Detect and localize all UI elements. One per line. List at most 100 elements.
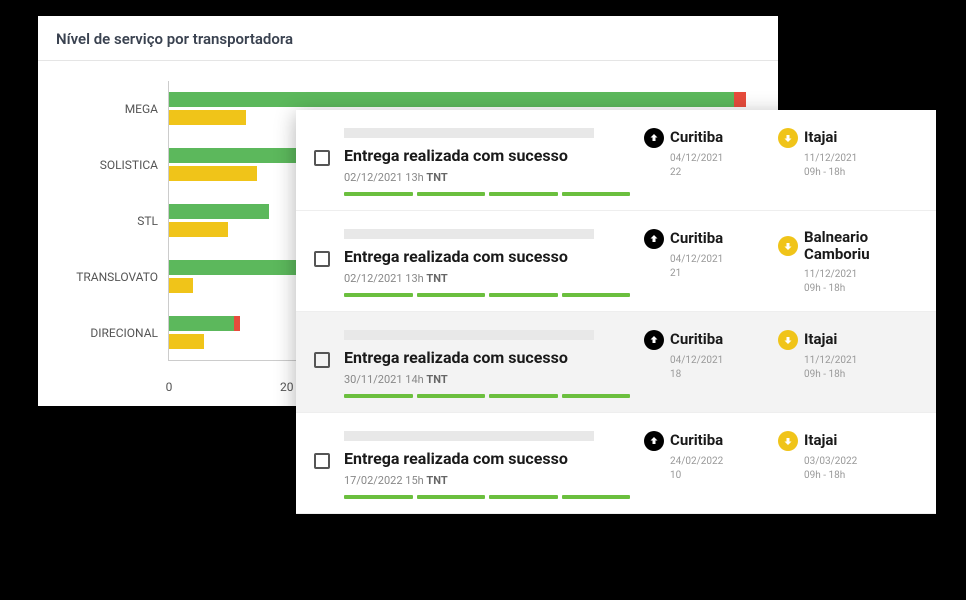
progress-segment [489,495,558,499]
progress-segment [489,192,558,196]
origin-column: Curitiba 04/12/2021 18 [644,330,764,382]
origin-column: Curitiba 24/02/2022 10 [644,431,764,483]
origin-extra: 21 [644,267,764,281]
origin-extra: 22 [644,166,764,180]
arrow-up-icon [644,229,664,249]
x-tick-label: 20 [280,380,294,394]
delivery-status: Entrega realizada com sucesso [344,247,630,266]
bar-red [734,92,746,107]
origin-column: Curitiba 04/12/2021 22 [644,128,764,180]
origin-extra: 18 [644,368,764,382]
origin-date: 04/12/2021 [644,253,764,267]
delivery-row[interactable]: Entrega realizada com sucesso 02/12/2021… [296,110,936,211]
row-checkbox[interactable] [314,251,330,267]
destination-hours: 09h - 18h [778,282,918,296]
progress-bar [344,293,630,297]
row-checkbox[interactable] [314,352,330,368]
destination-column: Itajai 03/03/2022 09h - 18h [778,431,918,483]
progress-segment [344,394,413,398]
bar-green [169,204,269,219]
delivery-status: Entrega realizada com sucesso [344,146,630,165]
origin-city: Curitiba [670,230,723,247]
progress-segment [417,192,486,196]
bar-yellow [169,278,193,293]
destination-date: 11/12/2021 [778,354,918,368]
arrow-up-icon [644,330,664,350]
progress-segment [344,495,413,499]
bar-green [169,92,734,107]
y-tick-label: STL [38,214,158,228]
placeholder-bar [344,431,594,441]
chart-title: Nível de serviço por transportadora [38,16,778,61]
delivery-meta: 02/12/2021 13h TNT [344,272,630,285]
arrow-up-icon [644,128,664,148]
destination-city: Itajai [804,331,837,348]
origin-date: 04/12/2021 [644,354,764,368]
destination-date: 03/03/2022 [778,455,918,469]
destination-hours: 09h - 18h [778,368,918,382]
delivery-status: Entrega realizada com sucesso [344,348,630,367]
row-checkbox[interactable] [314,453,330,469]
progress-segment [417,293,486,297]
placeholder-bar [344,229,594,239]
delivery-row[interactable]: Entrega realizada com sucesso 17/02/2022… [296,413,936,514]
arrow-down-icon [778,128,798,148]
arrow-down-icon [778,236,798,256]
progress-bar [344,192,630,196]
destination-city: Balneario Camboriu [804,229,918,264]
row-checkbox[interactable] [314,150,330,166]
delivery-info: Entrega realizada com sucesso 02/12/2021… [344,128,630,196]
arrow-up-icon [644,431,664,451]
delivery-row[interactable]: Entrega realizada com sucesso 30/11/2021… [296,312,936,413]
progress-segment [562,394,631,398]
progress-segment [344,192,413,196]
delivery-meta: 30/11/2021 14h TNT [344,373,630,386]
x-tick-label: 0 [166,380,173,394]
progress-segment [344,293,413,297]
progress-segment [562,495,631,499]
destination-hours: 09h - 18h [778,469,918,483]
origin-city: Curitiba [670,432,723,449]
delivery-status: Entrega realizada com sucesso [344,449,630,468]
delivery-info: Entrega realizada com sucesso 30/11/2021… [344,330,630,398]
y-axis-labels: MEGASOLISTICASTLTRANSLOVATODIRECIONAL [38,81,168,361]
bar-yellow [169,222,228,237]
y-tick-label: MEGA [38,102,158,116]
placeholder-bar [344,330,594,340]
delivery-info: Entrega realizada com sucesso 17/02/2022… [344,431,630,499]
placeholder-bar [344,128,594,138]
bar-yellow [169,334,204,349]
delivery-row[interactable]: Entrega realizada com sucesso 02/12/2021… [296,211,936,312]
progress-segment [489,394,558,398]
bar-red [234,316,240,331]
destination-column: Itajai 11/12/2021 09h - 18h [778,330,918,382]
bar-green [169,316,234,331]
progress-segment [417,495,486,499]
progress-segment [489,293,558,297]
progress-bar [344,394,630,398]
destination-hours: 09h - 18h [778,166,918,180]
progress-segment [562,192,631,196]
origin-extra: 10 [644,469,764,483]
y-tick-label: SOLISTICA [38,158,158,172]
origin-date: 24/02/2022 [644,455,764,469]
bar-yellow [169,110,246,125]
destination-column: Itajai 11/12/2021 09h - 18h [778,128,918,180]
destination-date: 11/12/2021 [778,152,918,166]
progress-bar [344,495,630,499]
origin-column: Curitiba 04/12/2021 21 [644,229,764,281]
origin-city: Curitiba [670,331,723,348]
delivery-list-card: Entrega realizada com sucesso 02/12/2021… [296,110,936,514]
progress-segment [562,293,631,297]
destination-column: Balneario Camboriu 11/12/2021 09h - 18h [778,229,918,296]
arrow-down-icon [778,431,798,451]
arrow-down-icon [778,330,798,350]
y-tick-label: DIRECIONAL [38,326,158,340]
destination-city: Itajai [804,129,837,146]
progress-segment [417,394,486,398]
destination-date: 11/12/2021 [778,268,918,282]
origin-city: Curitiba [670,129,723,146]
bar-yellow [169,166,257,181]
origin-date: 04/12/2021 [644,152,764,166]
delivery-meta: 02/12/2021 13h TNT [344,171,630,184]
